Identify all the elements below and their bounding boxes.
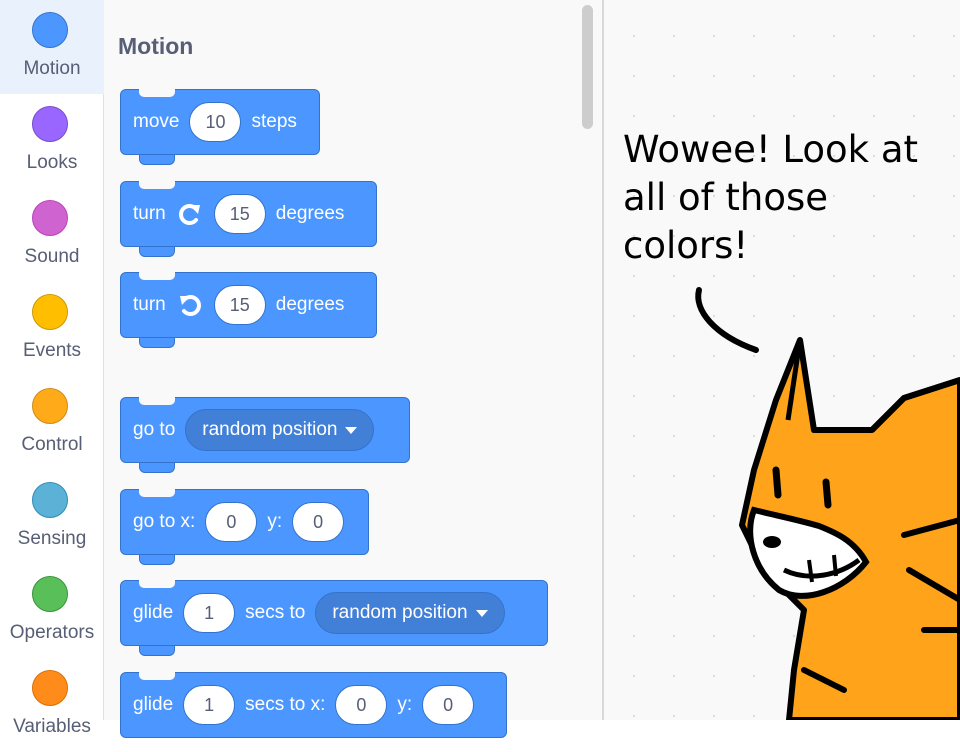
variables-category-icon <box>32 670 68 706</box>
sensing-category-icon <box>32 482 68 518</box>
speech-line: all of those <box>623 176 829 219</box>
turn-right-block[interactable]: turn 15 degrees <box>120 180 377 257</box>
category-label: Control <box>21 434 83 455</box>
block-text: turn <box>133 203 166 224</box>
block-text: y: <box>267 511 283 532</box>
speech-line: Wowee! Look at <box>623 128 919 171</box>
secs-input[interactable]: 1 <box>183 593 236 633</box>
block-text: steps <box>251 111 297 132</box>
speech-text: Wowee! Look at all of those colors! <box>623 126 953 270</box>
dropdown-value: random position <box>332 602 468 623</box>
secs-input[interactable]: 1 <box>183 685 236 725</box>
caret-down-icon <box>345 426 358 434</box>
category-sensing[interactable]: Sensing <box>0 470 104 564</box>
go-to-block[interactable]: go to random position <box>120 396 410 473</box>
category-events[interactable]: Events <box>0 282 104 376</box>
category-label: Variables <box>13 716 91 737</box>
cat-nose <box>763 536 781 548</box>
glide-to-block[interactable]: glide 1 secs to random position <box>120 579 548 656</box>
go-to-xy-block[interactable]: go to x: 0 y: 0 <box>120 488 369 565</box>
category-looks[interactable]: Looks <box>0 94 104 188</box>
cat-eye <box>822 478 832 509</box>
category-label: Looks <box>26 152 78 173</box>
sound-category-icon <box>32 200 68 236</box>
y-input[interactable]: 0 <box>422 685 475 725</box>
rotate-left-icon <box>179 295 201 316</box>
x-input[interactable]: 0 <box>205 502 258 542</box>
palette-scrollbar[interactable] <box>582 5 593 129</box>
degrees-input[interactable]: 15 <box>213 285 266 325</box>
block-text: y: <box>397 694 413 715</box>
turn-left-block[interactable]: turn 15 degrees <box>120 271 377 348</box>
category-sidebar: Motion Looks Sound Events Control Sensin… <box>0 0 104 737</box>
caret-down-icon <box>475 609 488 617</box>
block-text: glide <box>133 602 174 623</box>
orange-cat-drawing <box>695 287 960 720</box>
speech-line: colors! <box>623 224 749 267</box>
cat-eye <box>772 466 782 499</box>
block-text: move <box>133 111 180 132</box>
category-variables[interactable]: Variables <box>0 658 104 752</box>
palette-heading: Motion <box>118 33 194 59</box>
category-label: Sound <box>24 246 80 267</box>
speech-tail <box>695 287 759 353</box>
dropdown-value: random position <box>202 419 338 440</box>
x-input[interactable]: 0 <box>335 685 388 725</box>
block-text: go to x: <box>133 511 196 532</box>
y-input[interactable]: 0 <box>292 502 345 542</box>
glide-xy-block[interactable]: glide 1 secs to x: 0 y: 0 <box>120 671 507 738</box>
steps-input[interactable]: 10 <box>189 102 242 142</box>
degrees-input[interactable]: 15 <box>213 194 266 234</box>
category-control[interactable]: Control <box>0 376 104 470</box>
category-label: Sensing <box>17 528 87 549</box>
target-dropdown[interactable]: random position <box>185 409 375 451</box>
category-operators[interactable]: Operators <box>0 564 104 658</box>
block-text: degrees <box>275 294 345 315</box>
block-text: secs to <box>245 602 306 623</box>
block-text: glide <box>133 694 174 715</box>
category-label: Motion <box>23 58 81 79</box>
category-sound[interactable]: Sound <box>0 188 104 282</box>
operators-category-icon <box>32 576 68 612</box>
target-dropdown[interactable]: random position <box>315 592 505 634</box>
control-category-icon <box>32 388 68 424</box>
rotate-right-icon <box>178 204 200 225</box>
block-text: secs to x: <box>245 694 326 715</box>
category-label: Operators <box>9 622 95 643</box>
block-text: turn <box>133 294 166 315</box>
move-steps-block[interactable]: move 10 steps <box>120 88 320 165</box>
motion-category-icon <box>32 12 68 48</box>
category-label: Events <box>22 340 82 361</box>
block-text: degrees <box>275 203 345 224</box>
looks-category-icon <box>32 106 68 142</box>
block-text: go to <box>133 419 176 440</box>
category-motion[interactable]: Motion <box>0 0 104 94</box>
events-category-icon <box>32 294 68 330</box>
